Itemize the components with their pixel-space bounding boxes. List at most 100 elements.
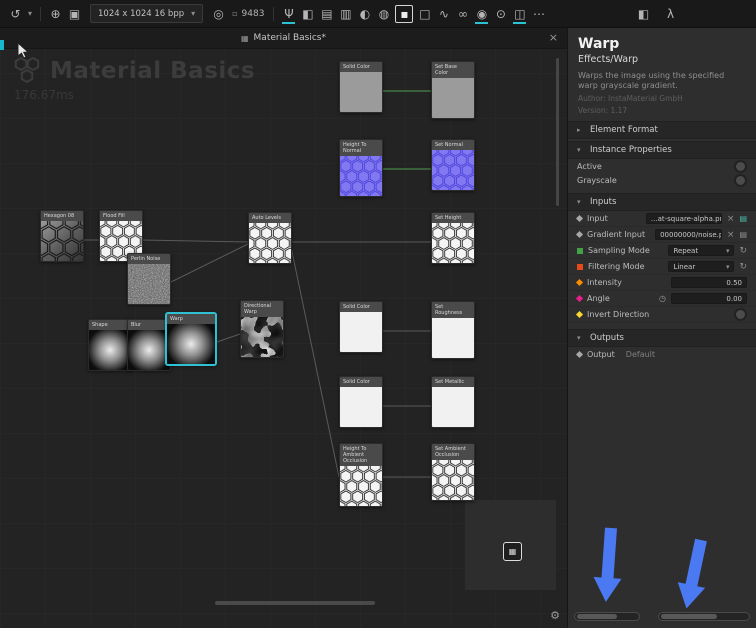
graph-node[interactable]: Set Base Color (431, 61, 475, 119)
angle-field[interactable]: 0.00 (671, 293, 747, 304)
watermark-title: Material Basics (50, 58, 255, 84)
graph-node[interactable]: Warp (166, 313, 216, 365)
panel-scrollbar-left[interactable] (574, 612, 640, 621)
gear-icon[interactable]: ⚙ (550, 609, 560, 622)
node-thumbnail (340, 466, 382, 506)
undo-icon[interactable]: ↺ (6, 4, 25, 24)
invert-direction-toggle[interactable] (734, 308, 747, 321)
socket-icon[interactable]: Ψ (279, 4, 298, 24)
graph-node[interactable]: Blur (127, 319, 171, 371)
output-label: Output (587, 350, 615, 359)
param-diamond-icon (576, 311, 583, 318)
angle-dial-icon[interactable]: ◷ (659, 294, 666, 303)
node-thumbnail (432, 223, 474, 263)
property-label: Active (577, 162, 602, 171)
panel-author: Author: InstaMaterial GmbH (578, 94, 746, 103)
node-graph-canvas[interactable]: ▦ Material Basics* × Material Basics 176… (0, 28, 567, 628)
graph-node[interactable]: Perlin Noise (127, 253, 171, 305)
horizontal-scrollbar[interactable] (215, 601, 375, 605)
graph-node[interactable]: Set Height (431, 212, 475, 264)
panel-header-icons: ◧λ (634, 4, 680, 24)
graph-node[interactable]: Solid Color (339, 61, 383, 113)
grayscale-toggle[interactable] (734, 174, 747, 187)
input-file-field[interactable]: ...at-square-alpha.png (646, 213, 722, 224)
param-square-icon (577, 264, 583, 270)
link-icon[interactable]: ◎ (209, 4, 228, 24)
image-icon[interactable]: ▤ (317, 4, 336, 24)
graph-node[interactable]: Solid Color (339, 301, 383, 353)
curve-icon[interactable]: ∿ (434, 4, 453, 24)
node-thumbnail (340, 312, 382, 352)
panel-version: Version: 1.17 (578, 106, 746, 115)
panel-scrollbar-right[interactable] (658, 612, 750, 621)
filtering-mode-select[interactable]: Linear ▾ (668, 261, 734, 272)
active-toggle[interactable] (734, 160, 747, 173)
chain-icon[interactable]: ∞ (453, 4, 472, 24)
graph-node[interactable]: Height To Ambient Occlusion (339, 443, 383, 507)
vertical-scrollbar[interactable] (556, 58, 559, 206)
lock-icon[interactable]: ▪ (395, 5, 413, 23)
close-tab-icon[interactable]: × (549, 31, 558, 44)
resolution-dropdown[interactable]: 1024 x 1024 16 bpp ▾ (90, 4, 203, 23)
gradient-icon[interactable]: ▥ (336, 4, 355, 24)
graph-node[interactable]: Set Roughness (431, 301, 475, 359)
node-thumbnail (432, 318, 474, 358)
save-icon[interactable]: ▣ (65, 4, 84, 24)
function-icon[interactable]: λ (661, 4, 680, 24)
intensity-field[interactable]: 0.50 (671, 277, 747, 288)
caret-down-icon: ▾ (726, 263, 730, 271)
clear-gradient-icon[interactable]: × (727, 230, 735, 240)
node-thumbnail (128, 330, 170, 370)
blend-icon[interactable]: ◐ (355, 4, 374, 24)
more-icon[interactable]: ⋯ (529, 4, 548, 24)
graph-node[interactable]: Auto Levels (248, 212, 292, 264)
graph-node[interactable]: Set Metallic (431, 376, 475, 428)
input-row-input: Input ...at-square-alpha.png × ▤ (568, 211, 756, 227)
node-title: Blur (128, 320, 170, 330)
graph-node[interactable]: Directional Warp (240, 300, 284, 358)
node-thumbnail (432, 78, 474, 118)
frame-icon[interactable]: □ (415, 4, 434, 24)
graph-node[interactable]: Shape (88, 319, 132, 371)
sampling-mode-select[interactable]: Repeat ▾ (668, 245, 734, 256)
clear-input-icon[interactable]: × (727, 214, 735, 224)
reset-icon[interactable]: ↻ (739, 246, 747, 256)
image-preview-icon[interactable]: ▤ (739, 214, 747, 223)
count-icon: ▫ (232, 9, 237, 18)
param-diamond-icon (576, 295, 583, 302)
shape-icon[interactable]: ◧ (298, 4, 317, 24)
graph-tab-title[interactable]: Material Basics* (254, 33, 326, 43)
section-label: Instance Properties (590, 145, 672, 155)
section-element-format[interactable]: ▸ Element Format (568, 121, 756, 139)
minimap[interactable]: ▦ (465, 500, 556, 590)
toolbar-separator (40, 7, 41, 21)
section-outputs[interactable]: ▾ Outputs (568, 329, 756, 347)
graph-icon[interactable]: ◫ (510, 4, 529, 24)
section-instance-properties[interactable]: ▾ Instance Properties (568, 141, 756, 159)
reset-icon[interactable]: ↻ (739, 262, 747, 272)
panel-description: Warps the image using the specified warp… (578, 71, 746, 91)
caret-down-icon[interactable]: ▾ (25, 4, 35, 24)
graph-node[interactable]: Hexagon 08 (40, 210, 84, 262)
add-node-icon[interactable]: ⊕ (46, 4, 65, 24)
pattern-icon[interactable]: ◍ (374, 4, 393, 24)
input-row-sampling-mode: Sampling Mode Repeat ▾ ↻ (568, 243, 756, 259)
gradient-file-field[interactable]: 00000000/noise.png (655, 229, 722, 240)
graph-node[interactable]: Solid Color (339, 376, 383, 428)
param-diamond-icon (576, 350, 583, 357)
section-inputs[interactable]: ▾ Inputs (568, 193, 756, 211)
material-icon[interactable]: ◧ (634, 4, 653, 24)
node-thumbnail (340, 387, 382, 427)
globe-icon[interactable]: ◉ (472, 4, 491, 24)
input-row-filtering-mode: Filtering Mode Linear ▾ ↻ (568, 259, 756, 275)
graph-node[interactable]: Height To Normal (339, 139, 383, 197)
node-count: ▫ 9483 (232, 9, 264, 19)
node-title: Set Roughness (432, 302, 474, 318)
graph-node[interactable]: Set Ambient Occlusion (431, 443, 475, 501)
node-thumbnail (41, 221, 83, 261)
graph-node[interactable]: Set Normal (431, 139, 475, 191)
image-preview-icon[interactable]: ▤ (739, 230, 747, 239)
node-title: Set Normal (432, 140, 474, 150)
node-connection (141, 240, 248, 242)
pin-icon[interactable]: ⊙ (491, 4, 510, 24)
